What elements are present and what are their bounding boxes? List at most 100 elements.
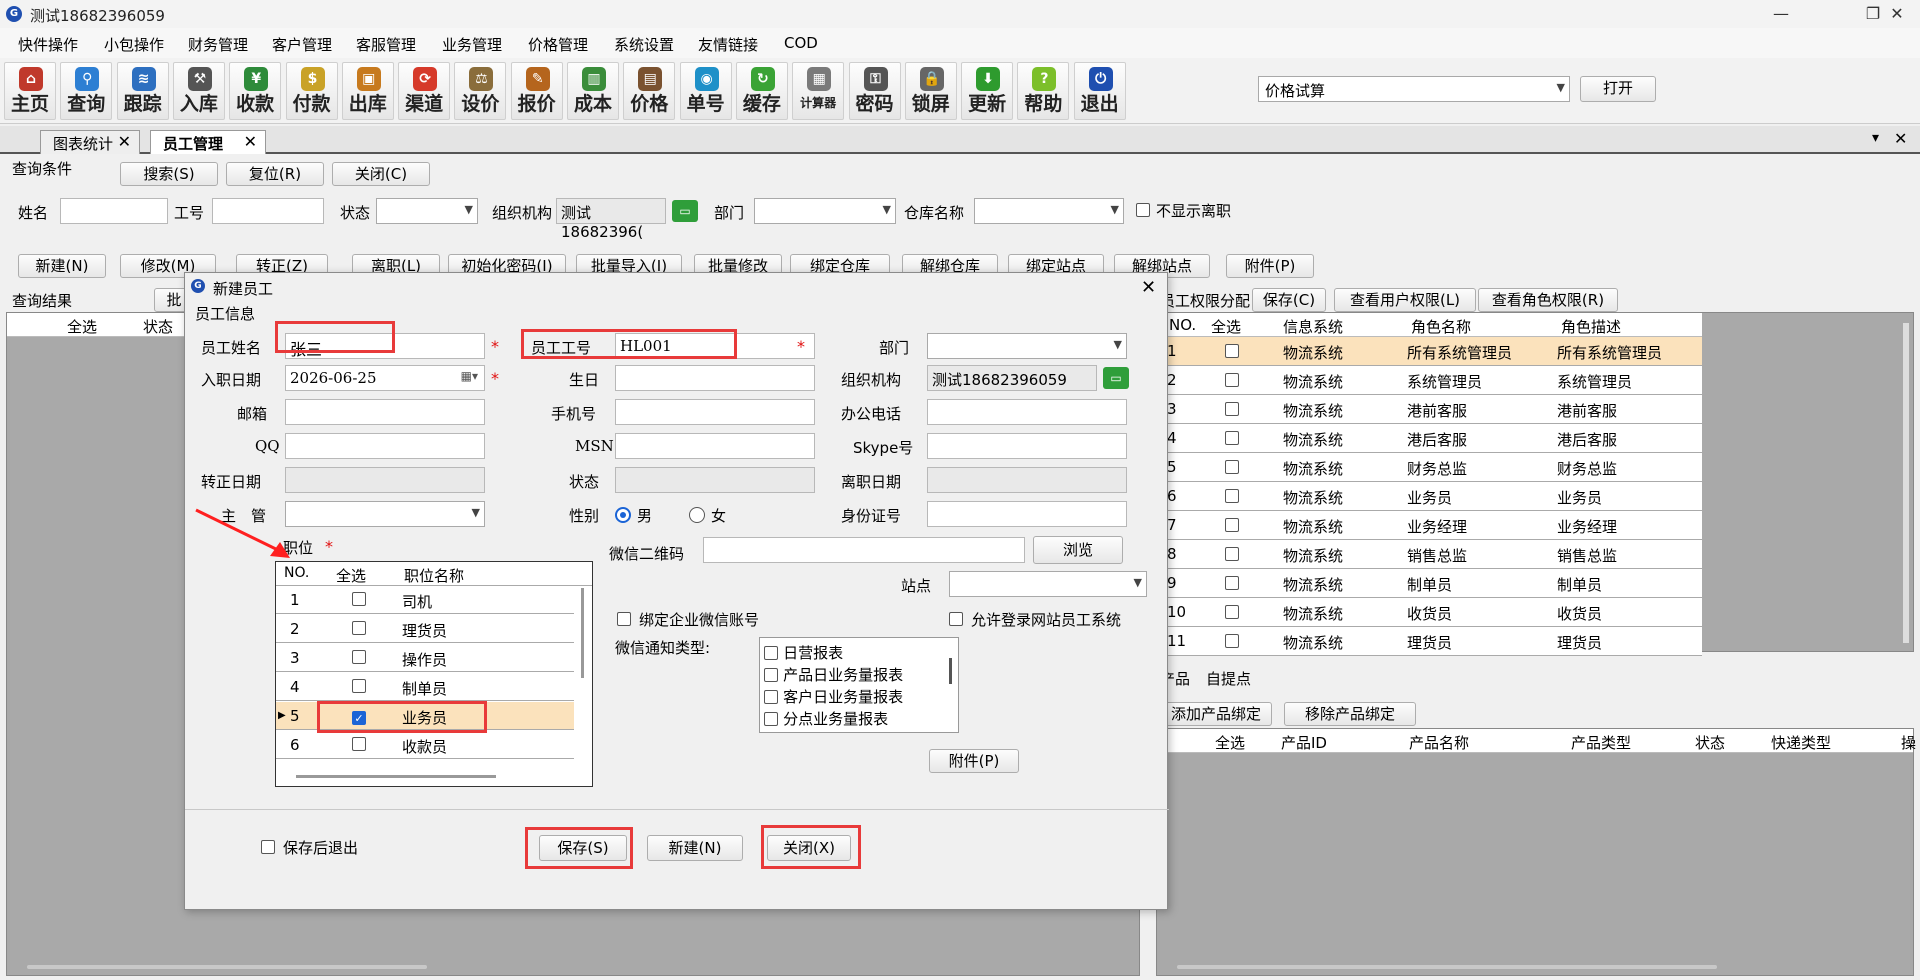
menu-express[interactable]: 快件操作 bbox=[18, 34, 78, 55]
row-checkbox[interactable] bbox=[1225, 489, 1239, 507]
org-picker-icon[interactable]: ▭ bbox=[1103, 367, 1129, 389]
minimize-button[interactable]: — bbox=[1758, 2, 1804, 26]
toolbar-download-button[interactable]: ⬇ 更新 bbox=[961, 62, 1014, 120]
row-checkbox[interactable] bbox=[1225, 605, 1239, 623]
new-button[interactable]: 新建(N) bbox=[647, 835, 743, 861]
dept-select[interactable]: ▼ bbox=[754, 198, 896, 224]
notify-checkbox[interactable] bbox=[764, 712, 778, 726]
notify-item[interactable]: 日营报表 bbox=[764, 642, 843, 663]
attach-button[interactable]: 附件(P) bbox=[929, 749, 1019, 773]
toolbar-quote-button[interactable]: ✎ 报价 bbox=[510, 62, 563, 120]
table-row[interactable]: 3 物流系统 港前客服 港前客服 bbox=[1157, 395, 1702, 424]
toolbar-hammer-button[interactable]: ⚒ 入库 bbox=[172, 62, 225, 120]
menu-cod[interactable]: COD bbox=[784, 34, 818, 52]
empno-input[interactable] bbox=[212, 198, 324, 224]
table-row[interactable]: 7 物流系统 业务经理 业务经理 bbox=[1157, 511, 1702, 540]
org-input[interactable]: 测试18682396059 bbox=[927, 365, 1097, 391]
notify-checkbox[interactable] bbox=[764, 646, 778, 660]
allow-login-checkbox[interactable] bbox=[949, 611, 963, 630]
email-input[interactable] bbox=[285, 399, 485, 425]
close-icon[interactable]: ✕ bbox=[118, 132, 131, 151]
notify-checkbox[interactable] bbox=[764, 690, 778, 704]
role-grid[interactable]: NO. 全选 信息系统 角色名称 角色描述 1 物流系统 所有系统管理员 所有系统管理… bbox=[1156, 312, 1914, 656]
office-phone-input[interactable] bbox=[927, 399, 1127, 425]
notify-item[interactable]: 分点业务量报表 bbox=[764, 708, 888, 729]
toolbar-magnifier-button[interactable]: ⚲ 查询 bbox=[60, 62, 113, 120]
toolbar-eye-button[interactable]: ◉ 单号 bbox=[679, 62, 732, 120]
list-item[interactable]: 2 理货员 bbox=[276, 615, 574, 643]
search-button[interactable]: 搜索(S) bbox=[120, 162, 218, 186]
menu-settings[interactable]: 系统设置 bbox=[614, 34, 674, 55]
wechat-qr-input[interactable] bbox=[703, 537, 1025, 563]
toolbar-box-button[interactable]: ▣ 出库 bbox=[341, 62, 394, 120]
col-select-all[interactable]: 全选 bbox=[1215, 732, 1245, 753]
row-checkbox[interactable] bbox=[1225, 344, 1239, 362]
row-checkbox[interactable] bbox=[1225, 431, 1239, 449]
table-row[interactable]: 1 物流系统 所有系统管理员 所有系统管理员 bbox=[1157, 337, 1702, 366]
toolbar-help-button[interactable]: ? 帮助 bbox=[1017, 62, 1070, 120]
toolbar-power-button[interactable]: ⏻ 退出 bbox=[1073, 62, 1126, 120]
row-checkbox[interactable] bbox=[1225, 547, 1239, 565]
open-button[interactable]: 打开 bbox=[1580, 76, 1656, 102]
toolbar-channel-button[interactable]: ⟳ 渠道 bbox=[398, 62, 451, 120]
manager-select[interactable]: ▼ bbox=[285, 501, 485, 527]
role-grid-scrollbar[interactable] bbox=[1903, 323, 1909, 643]
list-item[interactable]: 3 操作员 bbox=[276, 644, 574, 672]
close-window-button[interactable]: ✕ bbox=[1874, 2, 1920, 26]
toolbar-yen-button[interactable]: ¥ 收款 bbox=[229, 62, 282, 120]
toolbar-payment-button[interactable]: $ 付款 bbox=[285, 62, 338, 120]
view-role-perm-button[interactable]: 查看角色权限(R) bbox=[1478, 288, 1618, 312]
product-scrollbar[interactable] bbox=[1177, 965, 1717, 969]
toolbar-lock-button[interactable]: 🔒 锁屏 bbox=[904, 62, 957, 120]
menu-service[interactable]: 客服管理 bbox=[356, 34, 416, 55]
toolbar-chart-button[interactable]: ▥ 成本 bbox=[567, 62, 619, 120]
hide-left-checkbox[interactable] bbox=[1136, 202, 1150, 221]
table-row[interactable]: 2 物流系统 系统管理员 系统管理员 bbox=[1157, 366, 1702, 395]
list-item[interactable]: 4 制单员 bbox=[276, 673, 574, 701]
gender-female-radio[interactable] bbox=[689, 507, 705, 523]
close-icon[interactable]: ✕ bbox=[244, 132, 257, 151]
mobile-input[interactable] bbox=[615, 399, 815, 425]
position-grid[interactable]: NO. 全选 职位名称 1 司机 2 理货员 3 操作员 4 制单员 ▶ 5 ✓ 业务员 6 收款员 bbox=[275, 561, 593, 787]
tab-list-icon[interactable]: ▾ bbox=[1872, 130, 1879, 146]
remove-product-button[interactable]: 移除产品绑定 bbox=[1284, 702, 1416, 726]
status-select[interactable]: ▼ bbox=[376, 198, 478, 224]
org-input[interactable]: 测试18682396( bbox=[556, 198, 666, 241]
results-scrollbar[interactable] bbox=[27, 965, 427, 969]
view-user-perm-button[interactable]: 查看用户权限(L) bbox=[1334, 288, 1476, 312]
row-checkbox[interactable] bbox=[1225, 402, 1239, 420]
toolbar-key-button[interactable]: ⚿ 密码 bbox=[848, 62, 901, 120]
position-scrollbar[interactable] bbox=[581, 588, 584, 678]
hire-date-picker[interactable]: 2026-06-25 ▦▾ bbox=[285, 365, 485, 391]
toolbar-price-button[interactable]: ▤ 价格 bbox=[623, 62, 676, 120]
browse-button[interactable]: 浏览 bbox=[1033, 536, 1123, 564]
table-row[interactable]: 8 物流系统 销售总监 销售总监 bbox=[1157, 540, 1702, 569]
table-row[interactable]: 9 物流系统 制单员 制单员 bbox=[1157, 569, 1702, 598]
calendar-icon[interactable]: ▦▾ bbox=[461, 369, 478, 383]
perm-save-button[interactable]: 保存(C) bbox=[1252, 288, 1326, 312]
table-row[interactable]: 4 物流系统 港后客服 港后客服 bbox=[1157, 424, 1702, 453]
site-select[interactable]: ▼ bbox=[949, 571, 1147, 597]
qq-input[interactable] bbox=[285, 433, 485, 459]
notify-type-list[interactable]: 日营报表 产品日业务量报表 客户日业务量报表 分点业务量报表 bbox=[759, 637, 959, 733]
tab-employee-management[interactable]: 员工管理 ✕ bbox=[150, 130, 266, 154]
list-item[interactable]: 1 司机 bbox=[276, 586, 574, 614]
menu-parcel[interactable]: 小包操作 bbox=[104, 34, 164, 55]
skype-input[interactable] bbox=[927, 433, 1127, 459]
msn-input[interactable] bbox=[615, 433, 815, 459]
row-checkbox[interactable] bbox=[352, 737, 366, 755]
table-row[interactable]: 10 物流系统 收货员 收货员 bbox=[1157, 598, 1702, 627]
list-item[interactable]: 6 收款员 bbox=[276, 731, 574, 759]
id-card-input[interactable] bbox=[927, 501, 1127, 527]
table-row[interactable]: 5 物流系统 财务总监 财务总监 bbox=[1157, 453, 1702, 482]
table-row[interactable]: 11 物流系统 理货员 理货员 bbox=[1157, 627, 1702, 656]
bind-wechat-checkbox[interactable] bbox=[617, 611, 631, 630]
toolbar-refresh-button[interactable]: ↻ 缓存 bbox=[735, 62, 788, 120]
row-checkbox[interactable] bbox=[352, 679, 366, 697]
toolbar-calculator-button[interactable]: ▦ 计算器 bbox=[792, 62, 845, 120]
name-input[interactable] bbox=[60, 198, 168, 224]
menu-business[interactable]: 业务管理 bbox=[442, 34, 502, 55]
calc-select[interactable]: 价格试算 ▼ bbox=[1258, 76, 1570, 102]
warehouse-select[interactable]: ▼ bbox=[974, 198, 1124, 224]
close-all-icon[interactable]: ✕ bbox=[1894, 129, 1907, 148]
